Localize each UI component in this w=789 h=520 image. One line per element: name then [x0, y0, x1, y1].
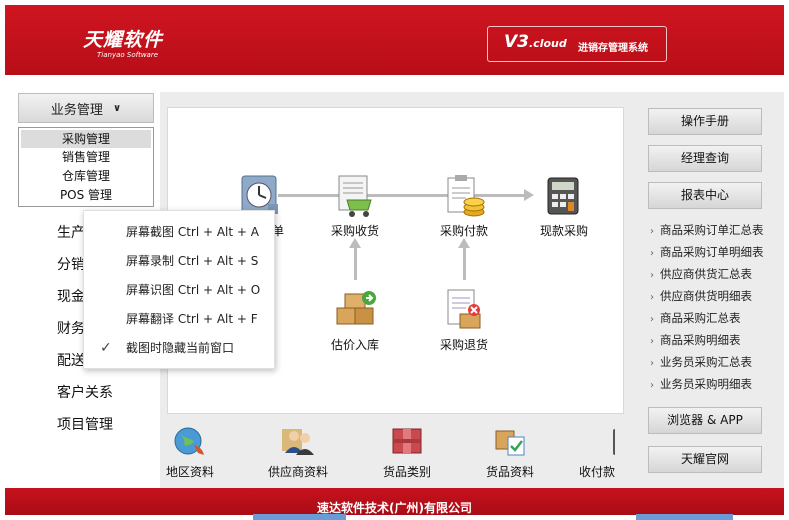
chevron-right-icon: ›: [650, 226, 654, 237]
bottom-item-goods-category[interactable]: 货品类别: [362, 423, 452, 480]
flow-node-estimate-stock-in[interactable]: 估价入库: [315, 288, 395, 353]
return-document-icon: [442, 288, 486, 332]
flow-node-label: 采购退货: [439, 338, 488, 352]
menu-item-label: 截图时隐藏当前窗口: [126, 341, 235, 355]
module-select-label: 业务管理: [50, 102, 103, 118]
flow-node-purchase-receipt[interactable]: 采购收货: [315, 174, 395, 239]
box-check-icon: [492, 423, 528, 459]
flow-arrowhead-up-1: [349, 238, 361, 248]
app-window: 天耀软件 Tianyao Software V3.cloud 进销存管理系统 业…: [0, 0, 789, 520]
bottom-item-goods[interactable]: 货品资料: [465, 423, 555, 480]
bottom-item-label: 货品类别: [382, 465, 431, 479]
menu-item-hide-window[interactable]: ✓ 截图时隐藏当前窗口: [84, 334, 276, 363]
flow-node-label: 估价入库: [330, 338, 379, 352]
bottom-item-label: 货品资料: [485, 465, 534, 479]
system-name: 进销存管理系统: [578, 43, 648, 54]
submodule-list: 采购管理 销售管理 仓库管理 POS 管理: [18, 127, 154, 207]
chevron-right-icon: ›: [650, 248, 654, 259]
report-link-supplier-summary[interactable]: › 供应商供货汇总表: [650, 266, 752, 282]
flow-node-cash-purchase[interactable]: 现款采购: [524, 174, 604, 239]
logo-chinese: 天耀软件: [83, 29, 164, 51]
bottom-item-clip: 收付款: [560, 423, 638, 483]
flow-node-purchase-payment[interactable]: 采购付款: [424, 174, 504, 239]
submodule-item-warehouse[interactable]: 仓库管理: [19, 167, 153, 186]
footer-bar: 速达软件技术(广州)有限公司: [5, 488, 784, 515]
submodule-item-pos[interactable]: POS 管理: [19, 186, 153, 205]
flow-line-return: [463, 246, 466, 280]
category-project[interactable]: 项目管理: [57, 414, 113, 434]
logo-english: Tianyao Software: [97, 51, 159, 59]
screenshot-context-menu: 屏幕截图 Ctrl + Alt + A 屏幕录制 Ctrl + Alt + S …: [83, 210, 275, 369]
menu-item-translate[interactable]: 屏幕翻译 Ctrl + Alt + F: [84, 305, 276, 334]
report-link-supplier-detail[interactable]: › 供应商供货明细表: [650, 288, 752, 304]
bottom-item-payment[interactable]: 收付款: [560, 423, 638, 480]
brand-logo: 天耀软件 Tianyao Software: [83, 25, 163, 59]
report-link-order-detail[interactable]: › 商品采购订单明细表: [650, 244, 764, 260]
globe-icon: [172, 423, 208, 459]
clipboard-coins-icon: [442, 174, 486, 218]
module-select-button[interactable]: 业务管理 ∨: [18, 93, 154, 123]
checkmark-icon: ✓: [100, 340, 112, 356]
chevron-right-icon: ›: [650, 292, 654, 303]
calculator-icon: [542, 174, 586, 218]
bottom-item-supplier[interactable]: 供应商资料: [253, 423, 343, 480]
bottom-item-label: 地区资料: [165, 465, 214, 479]
manual-button[interactable]: 操作手册: [648, 108, 762, 135]
version-label: V3.cloud: [504, 32, 567, 52]
package-icon: [389, 423, 425, 459]
report-center-button[interactable]: 报表中心: [648, 182, 762, 209]
chevron-right-icon: ›: [650, 270, 654, 281]
official-site-button[interactable]: 天耀官网: [648, 446, 762, 473]
bottom-item-label: 收付款: [578, 465, 615, 479]
flow-arrowhead-up-2: [458, 238, 470, 248]
flow-node-label: 现款采购: [539, 224, 588, 238]
people-icon: [280, 423, 316, 459]
report-link-staff-summary[interactable]: › 业务员采购汇总表: [650, 354, 752, 370]
flow-node-label: 采购收货: [330, 224, 379, 238]
bottom-item-label: 供应商资料: [267, 465, 328, 479]
header-banner: 天耀软件 Tianyao Software V3.cloud 进销存管理系统: [5, 5, 784, 75]
flow-node-label: 采购付款: [439, 224, 488, 238]
browser-app-button[interactable]: 浏览器 & APP: [648, 407, 762, 434]
boxes-icon: [333, 288, 377, 332]
chevron-right-icon: ›: [650, 380, 654, 391]
category-crm[interactable]: 客户关系: [57, 382, 113, 402]
chevron-right-icon: ›: [650, 358, 654, 369]
card-terminal-icon: [579, 423, 625, 459]
bottom-item-region[interactable]: 地区资料: [145, 423, 235, 480]
report-link-purchase-summary[interactable]: › 商品采购汇总表: [650, 310, 741, 326]
menu-item-record[interactable]: 屏幕录制 Ctrl + Alt + S: [84, 247, 276, 276]
chevron-down-icon: ∨: [112, 102, 122, 114]
submodule-item-sales[interactable]: 销售管理: [19, 148, 153, 167]
taskbar-tab-2[interactable]: [636, 514, 733, 520]
menu-item-screenshot[interactable]: 屏幕截图 Ctrl + Alt + A: [84, 218, 276, 247]
flow-line-estimate: [354, 246, 357, 280]
version-badge: V3.cloud 进销存管理系统: [487, 26, 667, 62]
footer-company: 速达软件技术(广州)有限公司: [317, 501, 472, 515]
chevron-right-icon: ›: [650, 314, 654, 325]
submodule-item-purchase[interactable]: 采购管理: [21, 130, 151, 148]
menu-item-ocr[interactable]: 屏幕识图 Ctrl + Alt + O: [84, 276, 276, 305]
flow-node-purchase-return[interactable]: 采购退货: [424, 288, 504, 353]
report-link-staff-detail[interactable]: › 业务员采购明细表: [650, 376, 752, 392]
taskbar-tab-1[interactable]: [253, 514, 346, 520]
cart-document-icon: [333, 174, 377, 218]
manager-query-button[interactable]: 经理查询: [648, 145, 762, 172]
report-link-purchase-detail[interactable]: › 商品采购明细表: [650, 332, 741, 348]
report-link-order-summary[interactable]: › 商品采购订单汇总表: [650, 222, 764, 238]
chevron-right-icon: ›: [650, 336, 654, 347]
